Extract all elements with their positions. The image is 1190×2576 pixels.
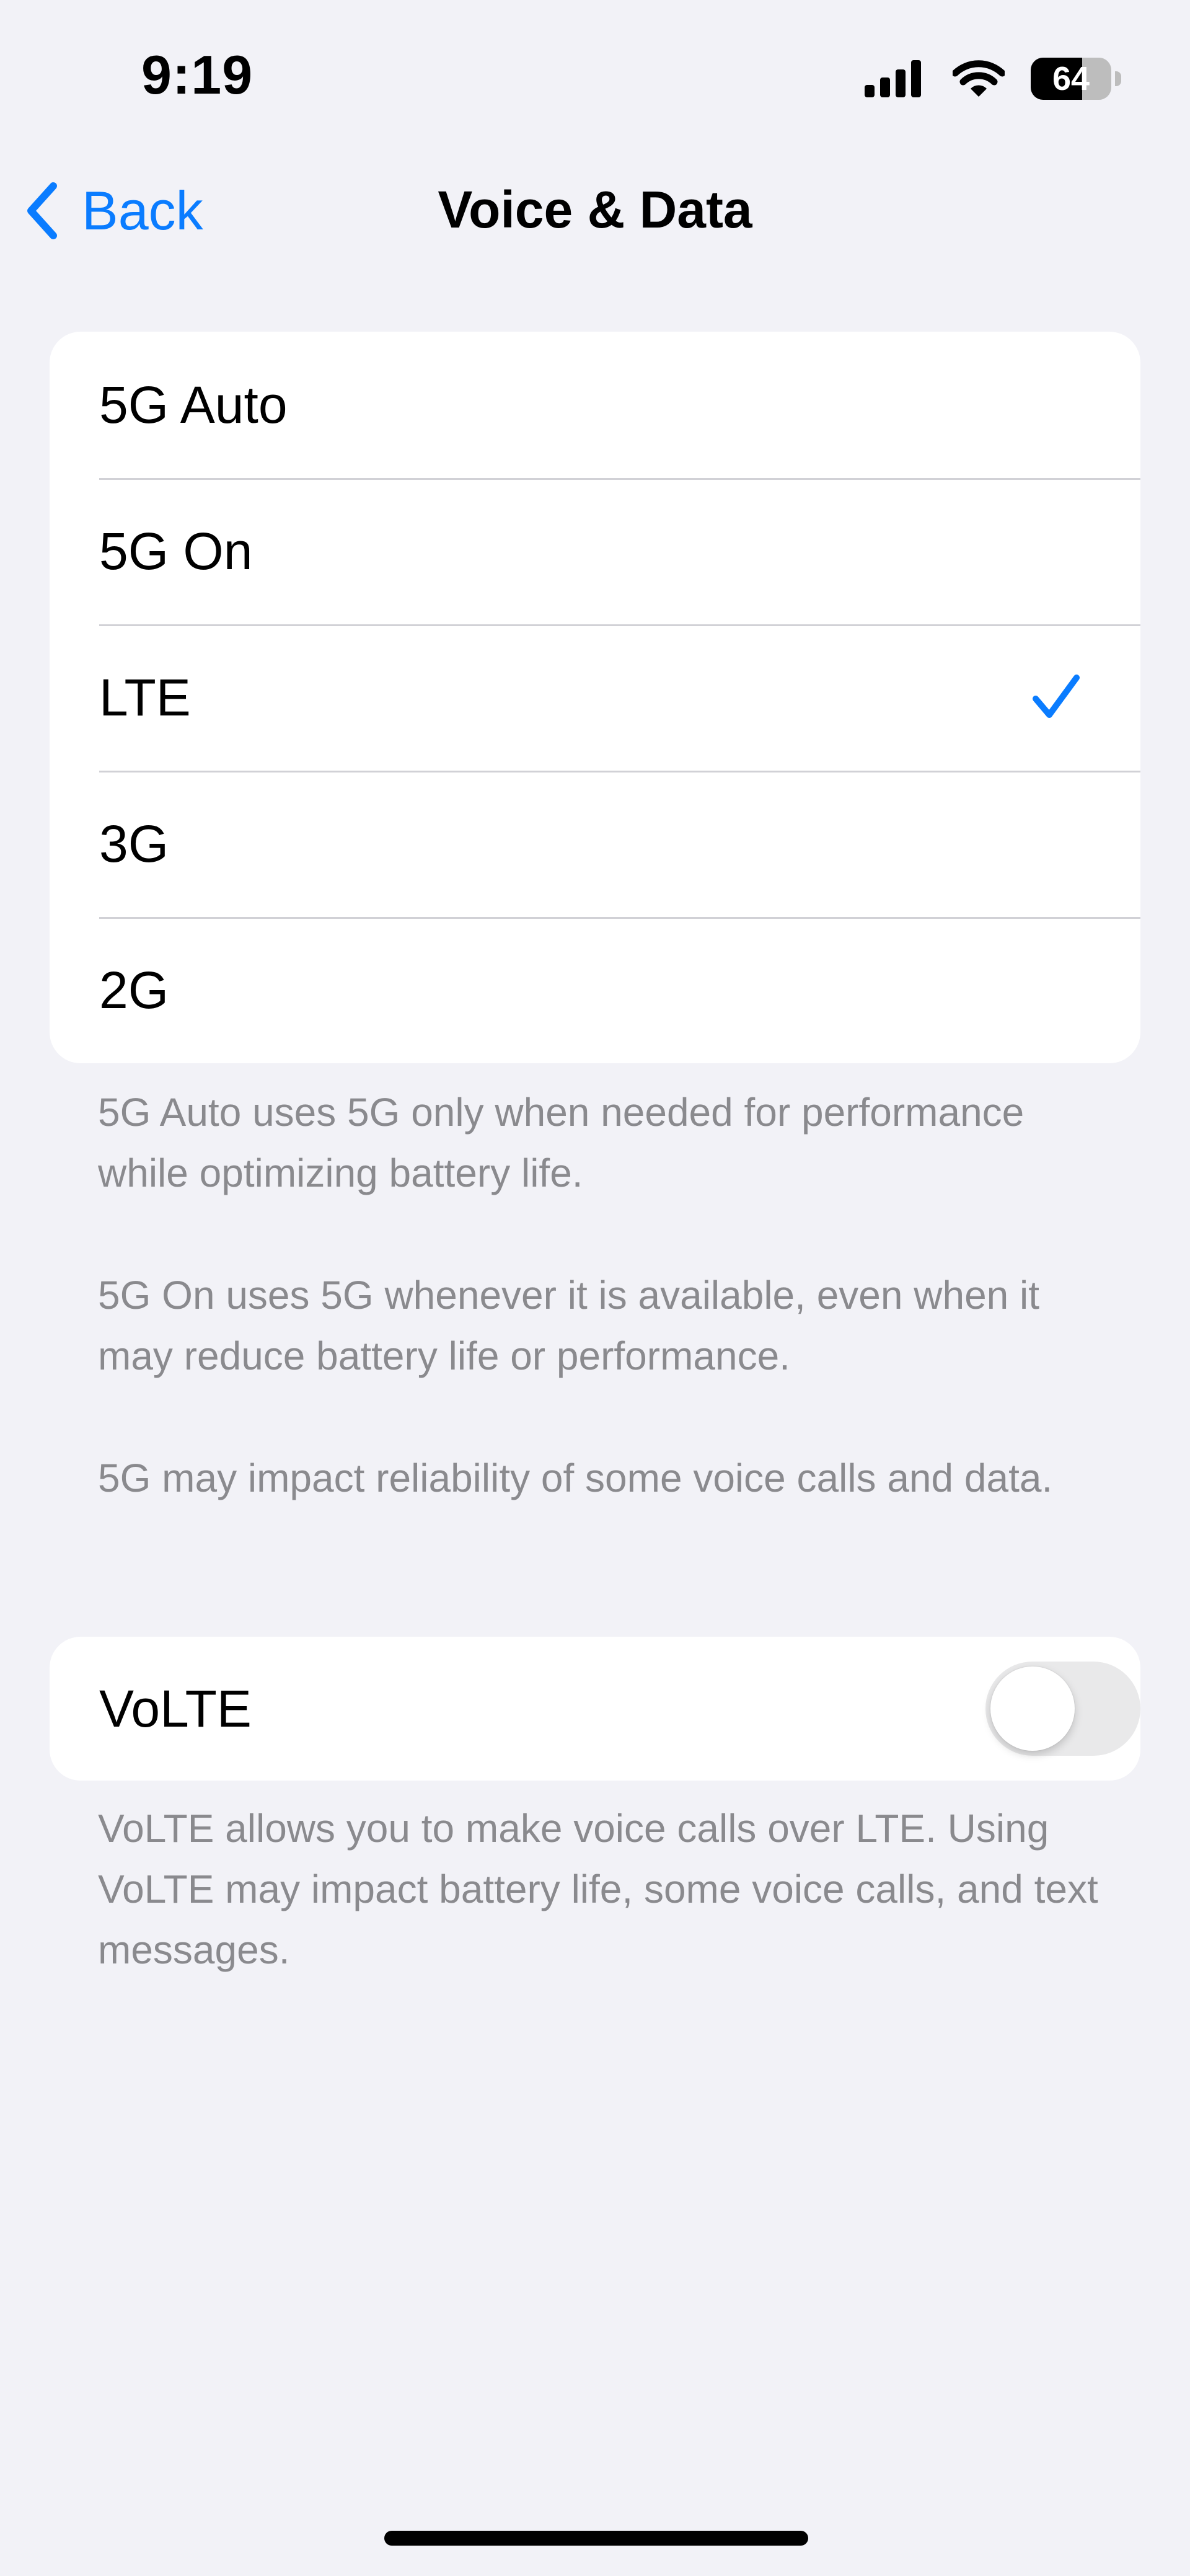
footer-volte-description: VoLTE allows you to make voice calls ove… (98, 1806, 1098, 1972)
option-label: LTE (99, 668, 191, 727)
home-indicator (384, 2531, 808, 2546)
volte-label: VoLTE (99, 1680, 252, 1738)
status-bar: 9:19 64 (0, 0, 1190, 155)
footer-5g-auto-description: 5G Auto uses 5G only when needed for per… (98, 1090, 1025, 1195)
option-2g[interactable]: 2G (50, 917, 1140, 1063)
battery-icon: 64 (1031, 58, 1121, 100)
status-icons: 64 (865, 53, 1121, 104)
option-5g-on[interactable]: 5G On (50, 478, 1140, 624)
option-5g-auto[interactable]: 5G Auto (50, 332, 1140, 478)
page-title: Voice & Data (438, 180, 752, 239)
option-label: 5G Auto (99, 376, 288, 434)
footer-5g-reliability-note: 5G may impact reliability of some voice … (98, 1456, 1053, 1500)
volte-group: VoLTE (50, 1637, 1140, 1781)
checkmark-icon (1033, 675, 1080, 718)
status-time: 9:19 (141, 44, 253, 105)
option-label: 3G (99, 815, 169, 873)
battery-level: 64 (1052, 60, 1090, 97)
navigation-bar: Back Voice & Data (0, 155, 1190, 267)
volte-toggle[interactable] (985, 1662, 1140, 1756)
cellular-signal-icon (865, 60, 921, 97)
wifi-icon (953, 60, 1005, 97)
option-label: 2G (99, 961, 169, 1019)
network-options-list: 5G Auto 5G On LTE 3G 2G (50, 332, 1140, 1063)
footer-5g-on-description: 5G On uses 5G whenever it is available, … (98, 1273, 1040, 1378)
option-lte[interactable]: LTE (50, 624, 1140, 771)
toggle-knob (990, 1666, 1075, 1751)
option-3g[interactable]: 3G (50, 771, 1140, 917)
option-label: 5G On (99, 522, 253, 580)
